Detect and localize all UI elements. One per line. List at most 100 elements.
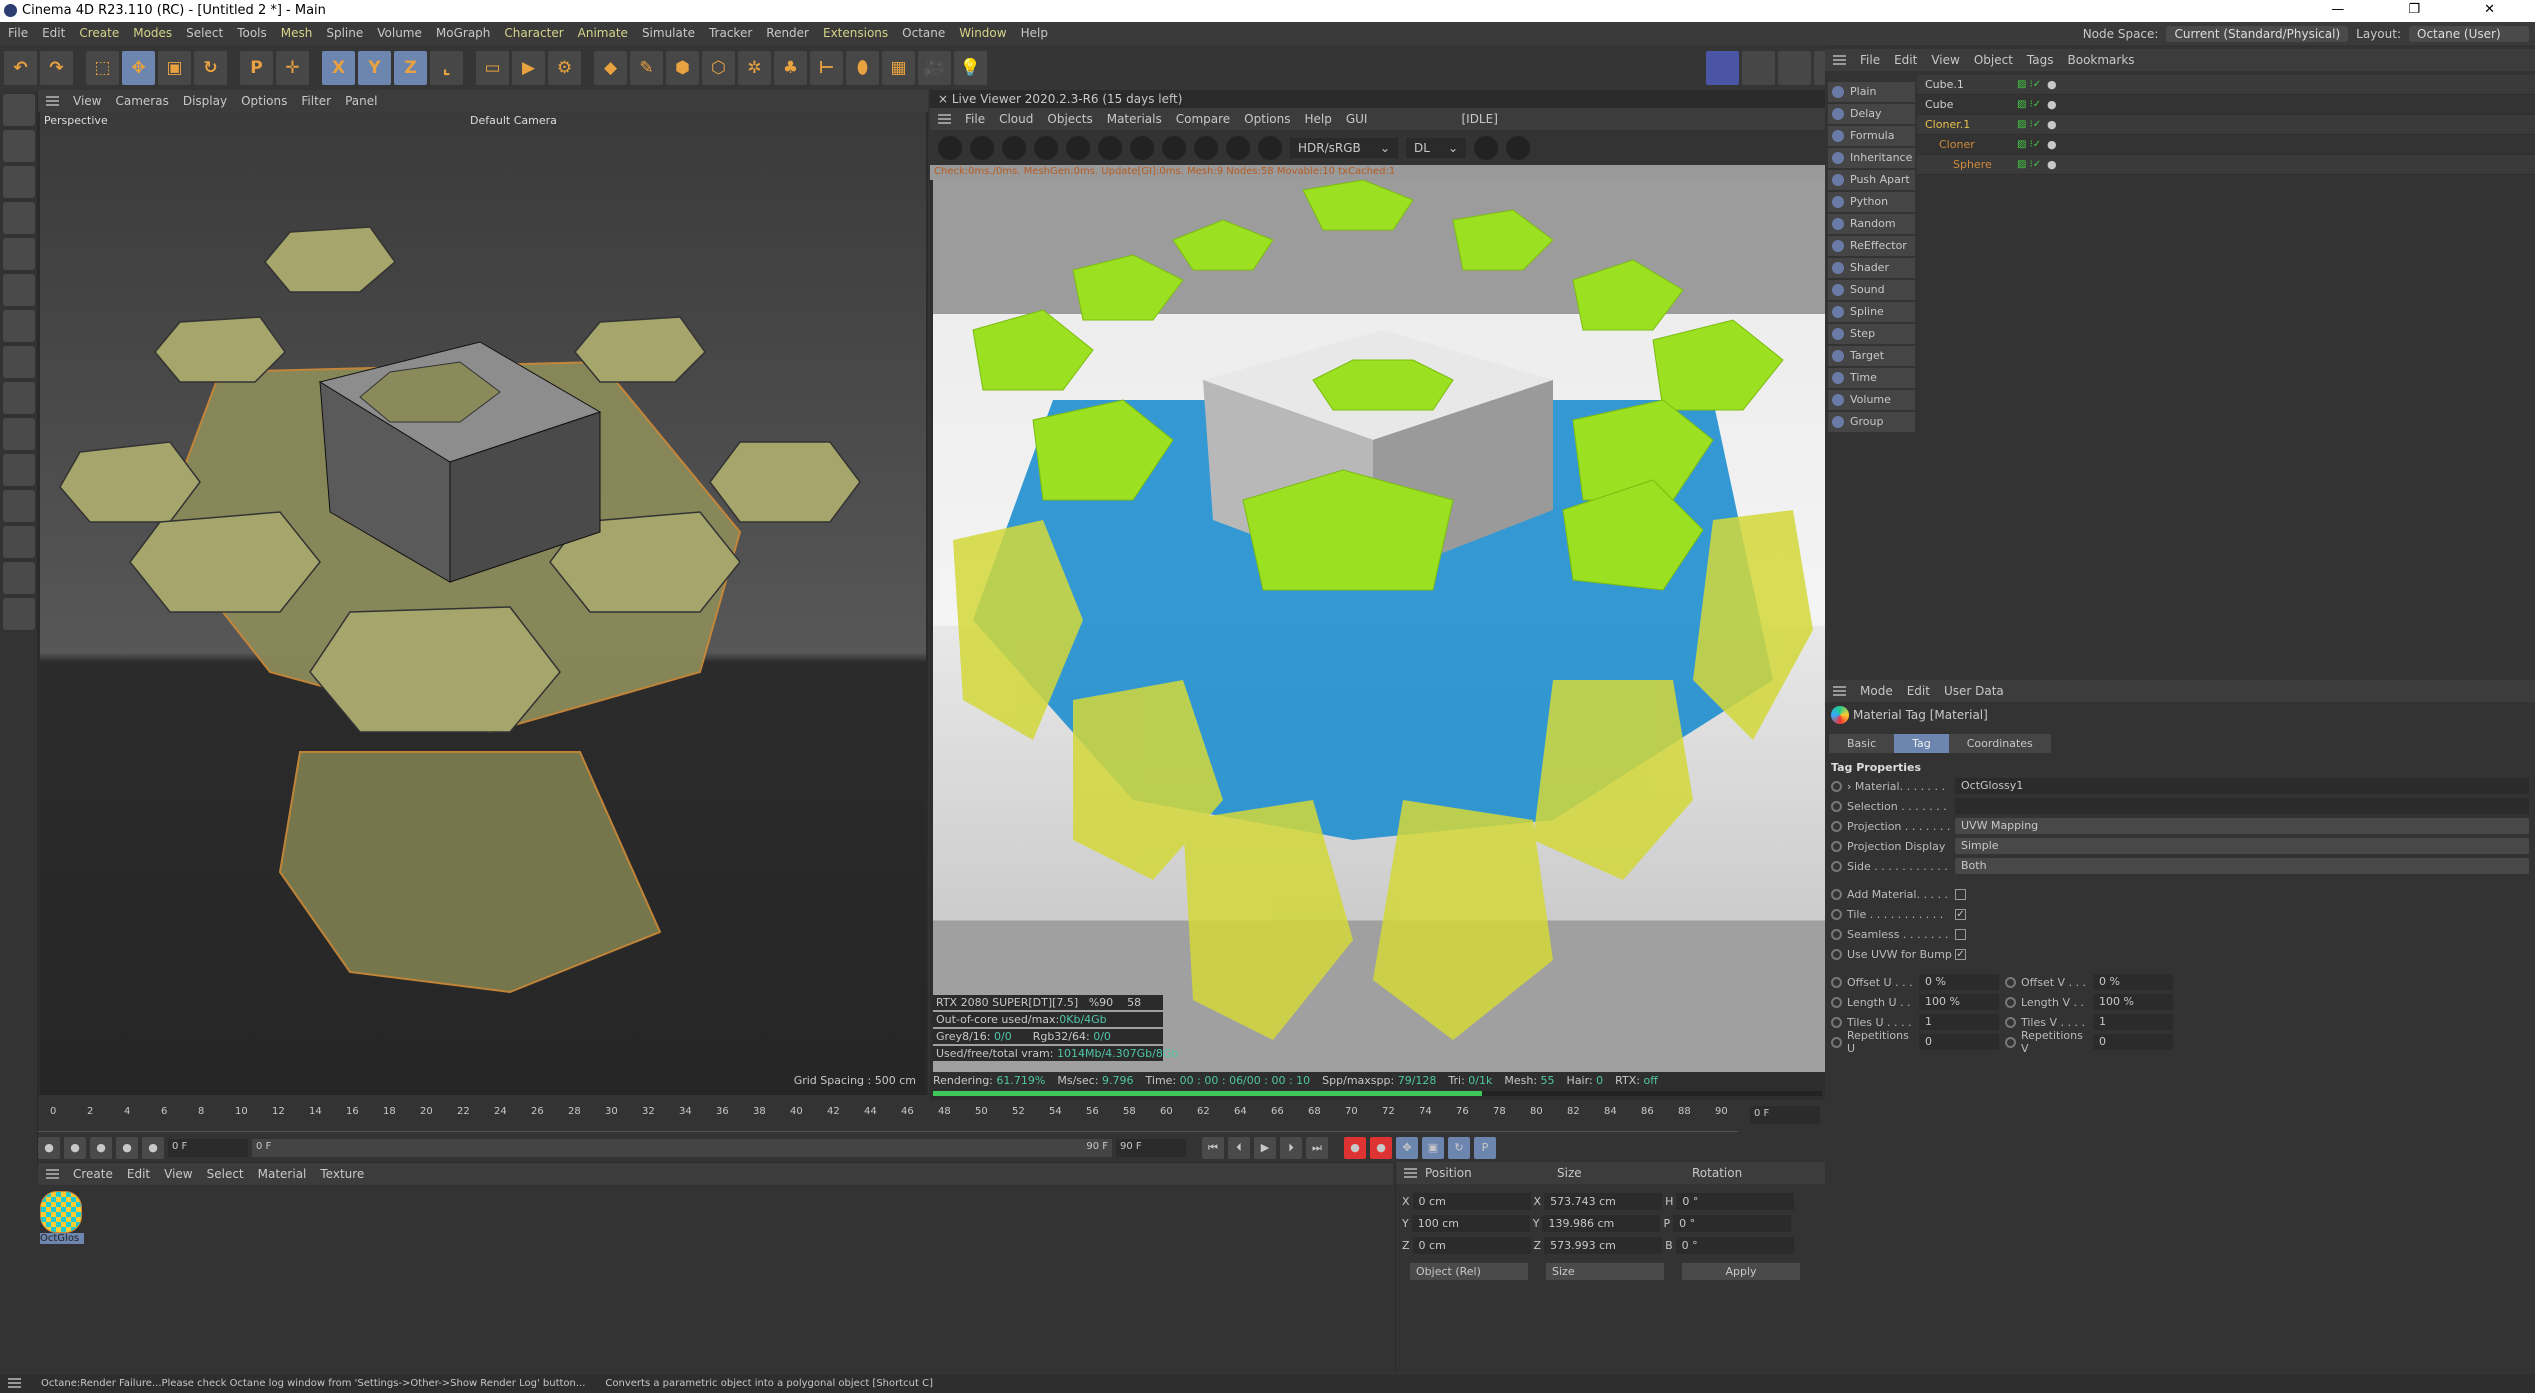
axis-mode-icon[interactable] [3, 310, 35, 342]
lv-menu-materials[interactable]: Materials [1107, 112, 1162, 126]
subdivision-icon[interactable]: ⬢ [666, 50, 699, 85]
viewport-menu-filter[interactable]: Filter [301, 94, 331, 108]
animate-radio[interactable] [1831, 976, 1842, 988]
size-mode-dropdown[interactable]: Size [1546, 1262, 1664, 1280]
object-row[interactable]: Cloner.1 ▨ ⁝✓ ● [1917, 115, 2535, 135]
effector-shader[interactable]: Shader [1828, 258, 1915, 278]
region-icon[interactable] [1034, 135, 1058, 160]
object-name[interactable]: Cloner.1 [1917, 118, 2017, 131]
material-menu-create[interactable]: Create [73, 1167, 113, 1181]
uv-value[interactable]: 100 % [1919, 994, 1999, 1010]
menu-simulate[interactable]: Simulate [642, 26, 695, 41]
menu-extensions[interactable]: Extensions [823, 26, 888, 41]
octane-icon[interactable] [1706, 50, 1739, 85]
effector-step[interactable]: Step [1828, 324, 1915, 344]
effector-push-apart[interactable]: Push Apart [1828, 170, 1915, 190]
visibility-flags[interactable]: ▨ ⁝✓ [2017, 99, 2047, 110]
model-mode-icon[interactable] [3, 94, 35, 126]
uv-value[interactable]: 1 [1919, 1014, 1999, 1030]
autokey-icon[interactable]: ● [1370, 1137, 1392, 1159]
camera-icon[interactable]: 🎥 [918, 50, 951, 85]
restart-icon[interactable] [970, 135, 994, 160]
menu-spline[interactable]: Spline [326, 26, 363, 41]
menu-edit[interactable]: Edit [42, 26, 65, 41]
menu-tools[interactable]: Tools [237, 26, 267, 41]
next-key-icon[interactable]: ⏵ [1280, 1137, 1302, 1159]
cloner-icon[interactable]: ✲ [738, 50, 771, 85]
checkbox[interactable]: ✓ [1955, 908, 1966, 920]
menu-icon[interactable] [1833, 55, 1846, 65]
viewport-menu-panel[interactable]: Panel [345, 94, 377, 108]
coord-mode-dropdown[interactable]: Object (Rel) [1410, 1262, 1528, 1280]
lock-icon[interactable] [1098, 135, 1122, 160]
key-icon[interactable]: ● [38, 1137, 60, 1159]
material-item[interactable]: OctGlos [40, 1191, 84, 1244]
current-frame-field[interactable]: 0 F [1750, 1106, 1820, 1124]
effector-spline[interactable]: Spline [1828, 302, 1915, 322]
effector-icon[interactable]: ⬮ [846, 50, 879, 85]
tag-icons[interactable]: ● [2047, 138, 2057, 151]
lv-menu-file[interactable]: File [965, 112, 985, 126]
sketch1-mode-icon[interactable] [3, 382, 35, 414]
edges-mode-icon[interactable] [3, 202, 35, 234]
white-light-icon[interactable] [1742, 50, 1775, 85]
menu-window[interactable]: Window [959, 26, 1006, 41]
effector-delay[interactable]: Delay [1828, 104, 1915, 124]
octane-icon[interactable] [938, 135, 962, 160]
extrude-icon[interactable]: ⬡ [702, 50, 735, 85]
play-icon[interactable]: ▶ [1254, 1137, 1276, 1159]
menu-create[interactable]: Create [79, 26, 119, 41]
lv-menu-compare[interactable]: Compare [1176, 112, 1230, 126]
animate-radio[interactable] [2005, 976, 2016, 988]
floor3-mode-icon[interactable] [3, 598, 35, 630]
rotation-field[interactable]: 0 ° [1675, 1236, 1794, 1254]
visibility-flags[interactable]: ▨ ⁝✓ [2017, 119, 2047, 130]
size-field[interactable]: 573.993 cm [1544, 1236, 1663, 1254]
field-value[interactable]: UVW Mapping [1955, 818, 2529, 834]
menu-help[interactable]: Help [1021, 26, 1048, 41]
position-field[interactable]: 0 cm [1412, 1236, 1531, 1254]
tab-coordinates[interactable]: Coordinates [1948, 734, 2051, 753]
uv-value[interactable]: 100 % [2093, 994, 2173, 1010]
animate-radio[interactable] [1831, 996, 1842, 1008]
effector-target[interactable]: Target [1828, 346, 1915, 366]
key-scale-icon[interactable]: ▣ [1422, 1137, 1444, 1159]
y-icon[interactable]: Y [358, 50, 391, 85]
render-view[interactable] [933, 179, 1825, 1072]
lv-menu-objects[interactable]: Objects [1047, 112, 1092, 126]
range-end[interactable]: 90 F [1086, 1141, 1108, 1155]
tag-icons[interactable]: ● [2047, 98, 2057, 111]
effector-random[interactable]: Random [1828, 214, 1915, 234]
sketch2-mode-icon[interactable] [3, 418, 35, 450]
pause-icon[interactable] [1002, 135, 1026, 160]
channel-icon[interactable] [1474, 135, 1498, 160]
object-menu-file[interactable]: File [1860, 53, 1880, 67]
position-field[interactable]: 0 cm [1412, 1192, 1531, 1210]
animate-radio[interactable] [1831, 840, 1842, 852]
object-menu-bookmarks[interactable]: Bookmarks [2068, 53, 2135, 67]
field-value[interactable] [1955, 798, 2529, 814]
apply-button[interactable]: Apply [1682, 1262, 1800, 1280]
snap-mode-icon[interactable] [3, 346, 35, 378]
visibility-flags[interactable]: ▨ ⁝✓ [2017, 79, 2047, 90]
animate-radio[interactable] [1831, 928, 1842, 940]
attr-menu-edit[interactable]: Edit [1907, 684, 1930, 698]
timeline-ruler[interactable]: 0 2 4 6 8 10 12 14 16 18 20 22 24 26 28 30 32 34 36 38 40 42 4… [38, 1100, 1738, 1132]
menu-select[interactable]: Select [186, 26, 223, 41]
uv-value[interactable]: 0 [1919, 1034, 1999, 1050]
lv-menu-help[interactable]: Help [1304, 112, 1331, 126]
floor1-mode-icon[interactable] [3, 526, 35, 558]
settings-icon[interactable] [1066, 135, 1090, 160]
object-name[interactable]: Cube [1917, 98, 2017, 111]
floor-icon[interactable]: ▦ [882, 50, 915, 85]
rotate-icon[interactable]: ↻ [194, 50, 227, 85]
menu-octane[interactable]: Octane [902, 26, 945, 41]
animate-radio[interactable] [1831, 888, 1842, 900]
menu-tracker[interactable]: Tracker [709, 26, 752, 41]
x-icon[interactable]: X [322, 50, 355, 85]
menu-mograph[interactable]: MoGraph [436, 26, 491, 41]
range-start[interactable]: 0 F [256, 1141, 271, 1155]
psr-icon[interactable]: P [240, 50, 273, 85]
live-select-icon[interactable]: ⬚ [86, 50, 119, 85]
undo-icon[interactable]: ↶ [4, 50, 37, 85]
